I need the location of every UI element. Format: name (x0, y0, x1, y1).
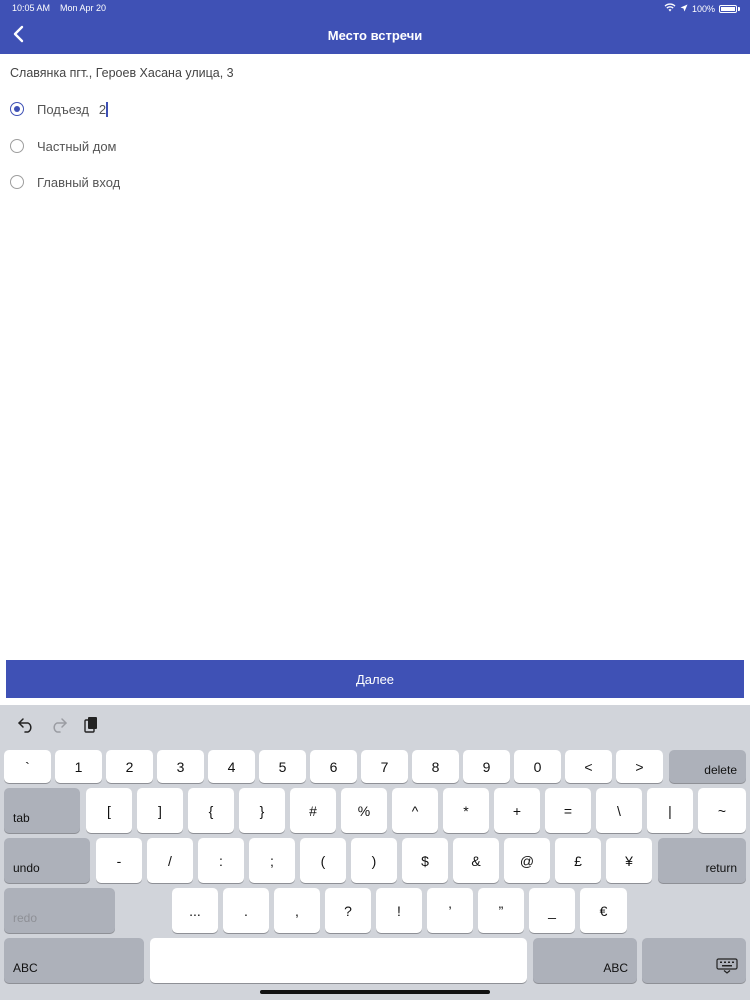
key-exclamation[interactable]: ! (376, 888, 422, 933)
status-time: 10:05 AM (12, 3, 51, 13)
key-at[interactable]: @ (504, 838, 550, 883)
home-indicator (260, 990, 490, 994)
keyboard-shortcut-bar (0, 705, 750, 745)
key-underscore[interactable]: _ (529, 888, 575, 933)
redo-icon[interactable] (49, 715, 69, 735)
key-equals[interactable]: = (545, 788, 591, 833)
radio-main-entrance[interactable] (10, 175, 24, 189)
tab-key[interactable]: tab (4, 788, 80, 833)
radio-private-house[interactable] (10, 139, 24, 153)
delete-key[interactable]: delete (669, 750, 746, 783)
key-right-paren[interactable]: ) (351, 838, 397, 883)
key-3[interactable]: 3 (157, 750, 204, 783)
key-backtick[interactable]: ` (4, 750, 51, 783)
key-6[interactable]: 6 (310, 750, 357, 783)
key-ampersand[interactable]: & (453, 838, 499, 883)
key-euro[interactable]: € (580, 888, 627, 933)
key-question[interactable]: ? (325, 888, 371, 933)
key-period[interactable]: . (223, 888, 269, 933)
space-key[interactable] (150, 938, 527, 983)
option-private-house[interactable]: Частный дом (10, 136, 117, 156)
key-tilde[interactable]: ~ (698, 788, 746, 833)
key-colon[interactable]: : (198, 838, 244, 883)
key-dollar[interactable]: $ (402, 838, 448, 883)
key-pound[interactable]: £ (555, 838, 601, 883)
battery-percent: 100% (691, 3, 715, 14)
key-less-than[interactable]: < (565, 750, 612, 783)
key-left-brace[interactable]: { (188, 788, 234, 833)
key-9[interactable]: 9 (463, 750, 510, 783)
status-date: Mon Apr 20 (60, 3, 107, 13)
key-5[interactable]: 5 (259, 750, 306, 783)
entrance-number-input[interactable]: 2 (99, 102, 106, 117)
option-entrance[interactable]: Подъезд 2 (10, 99, 108, 119)
key-right-bracket[interactable]: ] (137, 788, 183, 833)
key-minus[interactable]: - (96, 838, 142, 883)
next-button[interactable]: Далее (6, 660, 744, 698)
option-main-entrance-label: Главный вход (37, 174, 121, 190)
key-1[interactable]: 1 (55, 750, 102, 783)
key-backslash[interactable]: \ (596, 788, 642, 833)
location-arrow-icon (680, 4, 688, 14)
key-7[interactable]: 7 (361, 750, 408, 783)
option-main-entrance[interactable]: Главный вход (10, 172, 120, 192)
abc-key-left[interactable]: ABC (4, 938, 144, 983)
key-yen[interactable]: ¥ (606, 838, 652, 883)
key-apostrophe[interactable]: ’ (427, 888, 473, 933)
battery-icon (719, 4, 737, 13)
key-ellipsis[interactable]: ... (172, 888, 218, 933)
option-private-house-label: Частный дом (37, 138, 117, 154)
key-asterisk[interactable]: * (443, 788, 489, 833)
keyboard-dismiss-icon (716, 958, 738, 977)
key-quote[interactable]: ” (478, 888, 524, 933)
key-0[interactable]: 0 (514, 750, 561, 783)
key-left-bracket[interactable]: [ (86, 788, 132, 833)
key-8[interactable]: 8 (412, 750, 459, 783)
key-percent[interactable]: % (341, 788, 387, 833)
key-left-paren[interactable]: ( (300, 838, 346, 883)
key-greater-than[interactable]: > (616, 750, 663, 783)
meeting-address: Славянка пгт., Героев Хасана улица, 3 (10, 66, 234, 80)
key-caret[interactable]: ^ (392, 788, 438, 833)
radio-entrance[interactable] (10, 102, 24, 116)
paste-icon[interactable] (81, 715, 101, 735)
key-pipe[interactable]: | (647, 788, 693, 833)
key-right-brace[interactable]: } (239, 788, 285, 833)
option-entrance-label: Подъезд (37, 101, 89, 117)
text-cursor (106, 101, 108, 117)
key-plus[interactable]: + (494, 788, 540, 833)
key-4[interactable]: 4 (208, 750, 255, 783)
return-key[interactable]: return (658, 838, 746, 883)
app-header: 10:05 AM Mon Apr 20 100% Место встречи (0, 0, 750, 54)
page-title: Место встречи (327, 28, 423, 43)
key-slash[interactable]: / (147, 838, 193, 883)
key-2[interactable]: 2 (106, 750, 153, 783)
redo-key[interactable]: redo (4, 888, 115, 933)
key-semicolon[interactable]: ; (249, 838, 295, 883)
status-indicators: 100% (664, 3, 740, 14)
undo-icon[interactable] (16, 715, 36, 735)
undo-key[interactable]: undo (4, 838, 90, 883)
wifi-icon (664, 3, 676, 14)
abc-key-right[interactable]: ABC (533, 938, 637, 983)
on-screen-keyboard: ` 1 2 3 4 5 6 7 8 9 0 < > delete tab [ ]… (0, 705, 750, 1000)
key-hash[interactable]: # (290, 788, 336, 833)
key-comma[interactable]: , (274, 888, 320, 933)
hide-keyboard-key[interactable] (642, 938, 746, 983)
